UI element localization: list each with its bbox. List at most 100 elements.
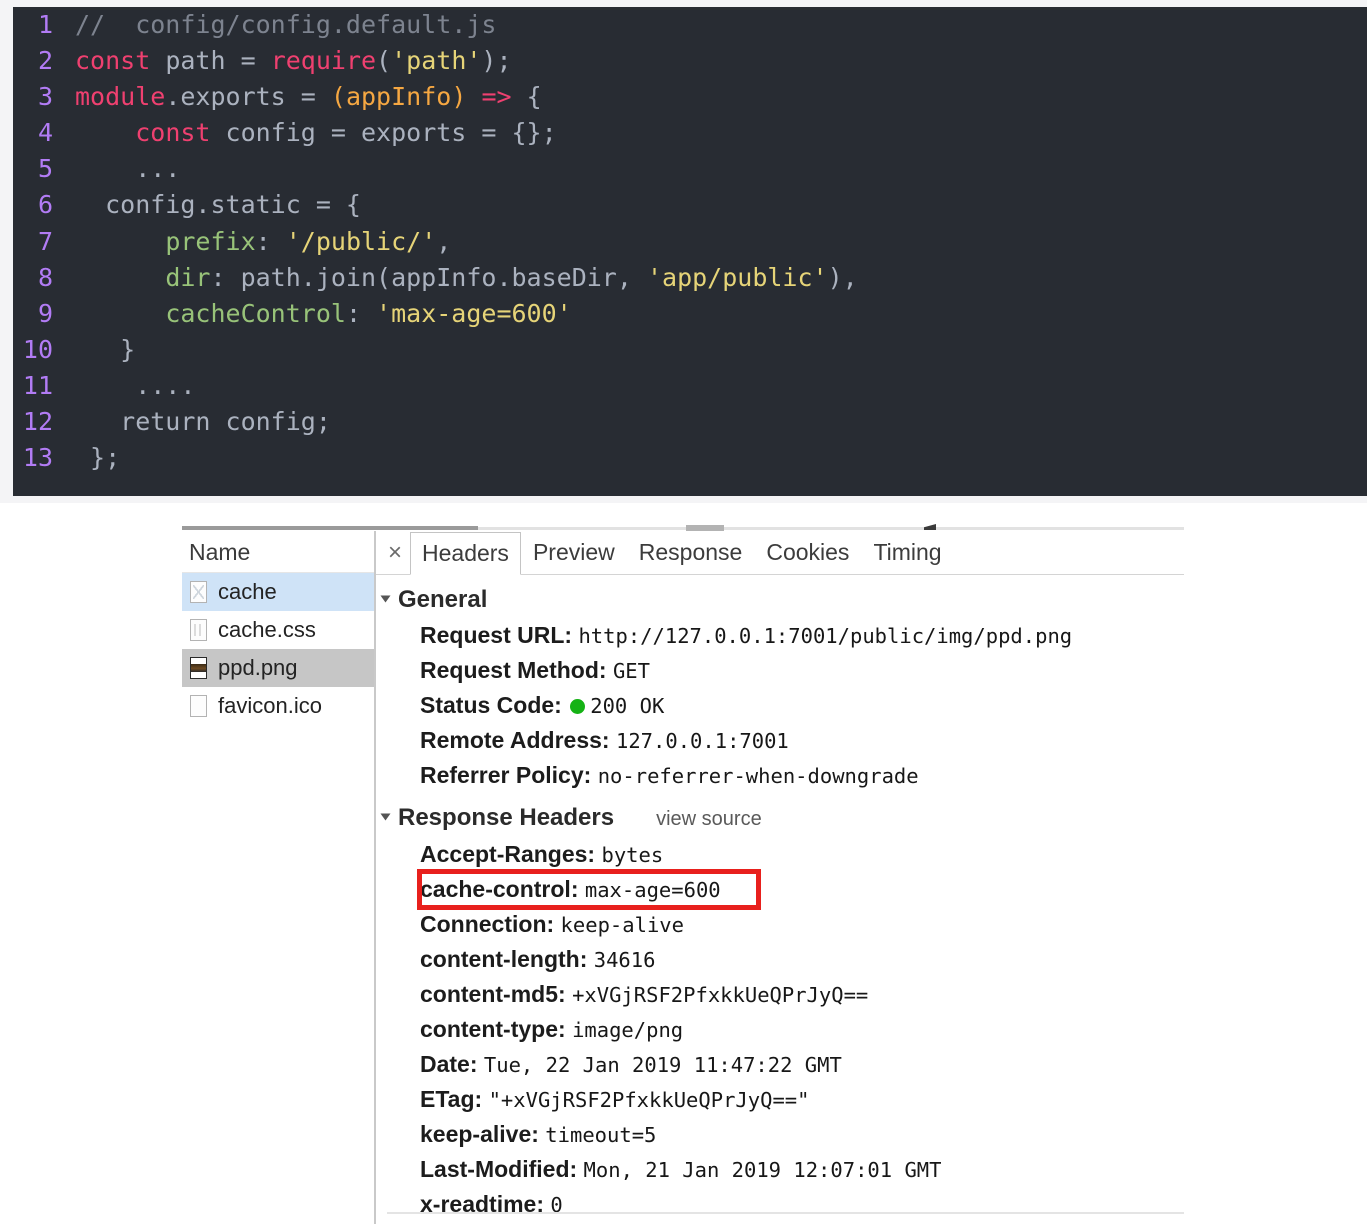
close-icon[interactable]: × — [380, 532, 410, 574]
header-value: no-referrer-when-downgrade — [597, 764, 919, 788]
request-detail-panel: × Headers Preview Response Cookies Timing Ge… — [376, 531, 1184, 1224]
request-name: cache — [218, 579, 277, 604]
response-header-row: Last-Modified: Mon, 21 Jan 2019 12:07:01… — [376, 1152, 1184, 1187]
status-ok-indicator — [570, 699, 586, 714]
header-value: http://127.0.0.1:7001/public/img/ppd.png — [578, 624, 1073, 648]
section-response-headers-title[interactable]: Response Headers view source — [376, 800, 1184, 837]
request-list-item[interactable]: cache.css — [182, 611, 374, 649]
code-line: 3 module.exports = (appInfo) => { — [13, 79, 1367, 115]
code-line-text: cacheControl: 'max-age=600' — [75, 296, 572, 332]
chevron-down-icon[interactable] — [380, 813, 391, 821]
code-line: 6 config.static = { — [13, 187, 1367, 223]
general-row: Status Code: 200 OK — [376, 688, 1184, 723]
devtools-body: Name cache cache.css ppd.png favicon.ico × … — [182, 531, 1184, 1224]
code-token: config = exports = {}; — [210, 118, 557, 148]
header-key: Remote Address: — [420, 727, 610, 753]
header-key: Date: — [420, 1051, 478, 1077]
column-header-name: Name — [182, 531, 374, 573]
code-line: 13 }; — [13, 440, 1367, 476]
header-value: Mon, 21 Jan 2019 12:07:01 GMT — [583, 1158, 942, 1182]
code-token: , — [436, 226, 452, 256]
response-header-row: Date: Tue, 22 Jan 2019 11:47:22 GMT — [376, 1047, 1184, 1082]
code-token: cacheControl — [165, 298, 346, 328]
header-key: content-md5: — [420, 981, 566, 1007]
toolbar-divider-left — [182, 526, 478, 530]
header-value: GET — [612, 659, 650, 683]
section-general: General Request URL: http://127.0.0.1:70… — [376, 575, 1184, 793]
code-token: : path.join(appInfo.baseDir, — [210, 262, 647, 292]
header-key: Accept-Ranges: — [420, 841, 596, 867]
code-line-number: 10 — [22, 334, 53, 364]
general-row: Remote Address: 127.0.0.1:7001 — [376, 723, 1184, 758]
request-name: favicon.ico — [218, 693, 322, 718]
code-token: .exports = — [165, 82, 331, 112]
header-key: Last-Modified: — [420, 1156, 578, 1182]
tab-timing[interactable]: Timing — [861, 531, 953, 574]
response-header-row: keep-alive: timeout=5 — [376, 1117, 1184, 1152]
code-token: 'max-age=600' — [376, 298, 572, 328]
code-token: ( — [376, 46, 392, 76]
header-value: 200 OK — [590, 694, 665, 718]
header-value: 34616 — [593, 948, 656, 972]
document-icon — [190, 695, 207, 717]
general-row-list: Request URL: http://127.0.0.1:7001/publi… — [376, 618, 1184, 793]
code-line-number: 11 — [22, 370, 53, 400]
request-list-item[interactable]: ppd.png — [182, 649, 374, 687]
request-rows: cache cache.css ppd.png favicon.ico — [182, 573, 374, 725]
code-line-number: 3 — [37, 82, 53, 112]
tab-cookies[interactable]: Cookies — [754, 531, 861, 574]
tab-preview[interactable]: Preview — [521, 531, 627, 574]
request-name: ppd.png — [218, 655, 298, 680]
code-line-text: // config/config.default.js — [75, 7, 496, 43]
code-token: return config; — [75, 407, 331, 437]
header-value: Tue, 22 Jan 2019 11:47:22 GMT — [483, 1053, 842, 1077]
header-key: Request Method: — [420, 657, 607, 683]
section-general-title[interactable]: General — [376, 582, 1184, 618]
code-token: const — [75, 46, 151, 76]
response-header-row: content-length: 34616 — [376, 942, 1184, 977]
response-header-row: Connection: keep-alive — [376, 907, 1184, 942]
code-token: config.static = { — [75, 190, 361, 220]
request-name: cache.css — [218, 617, 316, 642]
code-line: 2 const path = require('path'); — [13, 43, 1367, 79]
view-source-link[interactable]: view source — [656, 801, 762, 837]
request-list-item[interactable]: cache — [182, 573, 374, 611]
chevron-down-icon[interactable] — [380, 595, 391, 603]
code-line-number: 5 — [37, 154, 53, 184]
network-request-list: Name cache cache.css ppd.png favicon.ico — [182, 531, 376, 1224]
code-line-list: 1 // config/config.default.js 2 const path … — [13, 7, 1367, 476]
code-line-text: config.static = { — [75, 187, 361, 223]
header-key: Connection: — [420, 911, 555, 937]
response-header-row: Accept-Ranges: bytes — [376, 837, 1184, 872]
devtools-network-panel: Name cache cache.css ppd.png favicon.ico × … — [182, 519, 1184, 1224]
code-token: } — [75, 334, 136, 364]
code-line-text: const path = require('path'); — [75, 43, 512, 79]
code-token: : — [345, 298, 377, 328]
code-line-number: 12 — [22, 407, 53, 437]
code-token: : — [255, 226, 286, 256]
code-line-number: 7 — [37, 226, 53, 256]
header-value: max-age=600 — [584, 878, 721, 902]
tab-headers[interactable]: Headers — [410, 532, 521, 575]
request-list-item[interactable]: favicon.ico — [182, 687, 374, 725]
stylesheet-icon — [190, 619, 207, 641]
header-key: ETag: — [420, 1086, 483, 1112]
tab-response[interactable]: Response — [627, 531, 755, 574]
response-header-row: x-readtime: 0 — [376, 1187, 1184, 1222]
code-line: 5 ... — [13, 151, 1367, 187]
code-line-number: 8 — [37, 262, 53, 292]
code-token: appInfo — [345, 82, 452, 112]
code-line: 11 .... — [13, 368, 1367, 404]
code-line-text: }; — [75, 440, 120, 476]
header-value: timeout=5 — [545, 1123, 657, 1147]
code-line: 10 } — [13, 332, 1367, 368]
header-key: cache-control: — [420, 876, 579, 902]
general-row: Request URL: http://127.0.0.1:7001/publi… — [376, 618, 1184, 653]
code-token: { — [511, 82, 542, 112]
header-key: keep-alive: — [420, 1121, 539, 1147]
code-token: path — [150, 46, 241, 76]
header-value: image/png — [572, 1018, 684, 1042]
image-icon — [190, 657, 207, 679]
code-line-number: 2 — [37, 46, 53, 76]
